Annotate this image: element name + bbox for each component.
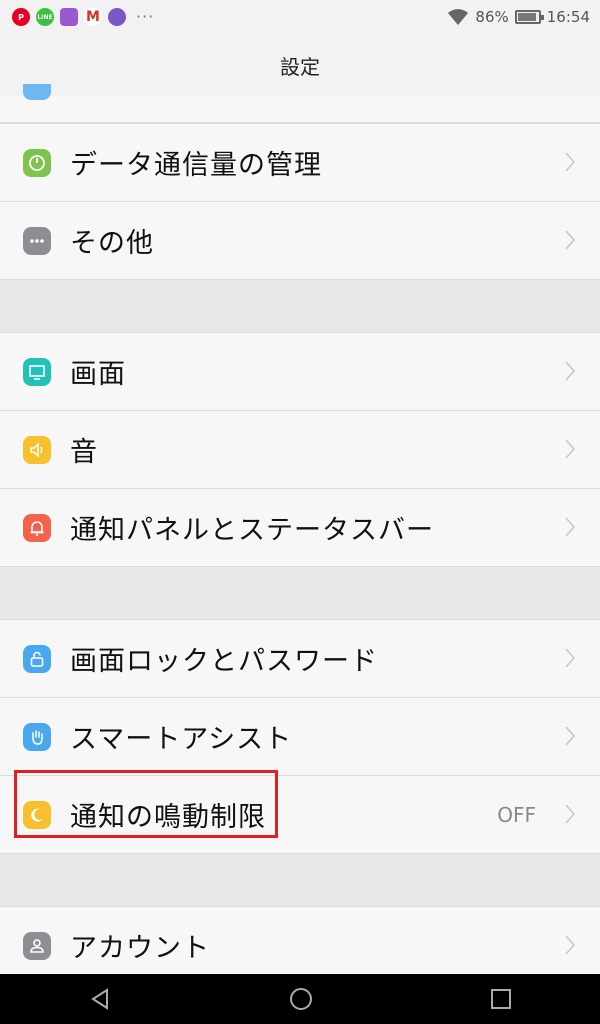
hand-icon — [23, 722, 51, 751]
more-notifications-icon: ··· — [136, 7, 155, 26]
chevron-right-icon — [565, 230, 576, 250]
chevron-right-icon — [565, 439, 576, 459]
chevron-right-icon — [565, 804, 576, 824]
row-value: OFF — [497, 802, 536, 827]
settings-row-0-0[interactable]: データ通信量の管理 — [0, 124, 600, 201]
row-label: データ通信量の管理 — [70, 150, 322, 181]
group-divider — [0, 280, 600, 332]
chevron-right-icon — [565, 152, 576, 172]
settings-row-1-1[interactable]: 音 — [0, 410, 600, 488]
wifi-icon — [448, 9, 469, 25]
notification-icons: P LINE M ··· — [12, 8, 154, 26]
home-icon[interactable] — [288, 986, 314, 1012]
scrolled-row-peek — [0, 84, 600, 123]
row-label: 画面ロックとパスワード — [70, 646, 378, 677]
gmail-icon: M — [84, 8, 102, 26]
chevron-right-icon — [565, 361, 576, 381]
row-label: 通知パネルとステータスバー — [70, 515, 434, 546]
settings-row-2-1[interactable]: スマートアシスト — [0, 697, 600, 775]
title-bar: 設定 — [0, 34, 600, 96]
settings-list: データ通信量の管理 その他 画面音通知パネルとステータスバー 画面ロックとパスワー… — [0, 84, 600, 985]
chevron-right-icon — [565, 726, 576, 746]
highlight-box — [14, 770, 278, 838]
row-label: アカウント — [70, 933, 210, 964]
battery-icon — [514, 10, 544, 24]
page-title: 設定 — [280, 54, 320, 79]
gallery-icon — [60, 8, 78, 26]
app-icon — [108, 8, 126, 26]
settings-row-1-2[interactable]: 通知パネルとステータスバー — [0, 488, 600, 566]
more-icon — [23, 226, 51, 255]
battery-percent: 86% — [475, 8, 509, 26]
settings-row-0-1[interactable]: その他 — [0, 201, 600, 279]
settings-group-1: データ通信量の管理 その他 — [0, 123, 600, 280]
account-icon — [23, 931, 51, 960]
group-divider — [0, 854, 600, 906]
chevron-right-icon — [565, 935, 576, 955]
chevron-right-icon — [565, 648, 576, 668]
notification-bell-icon — [23, 513, 51, 542]
settings-row-1-0[interactable]: 画面 — [0, 333, 600, 410]
row-label: 音 — [70, 437, 98, 468]
line-icon: LINE — [36, 8, 54, 26]
sound-icon — [23, 435, 51, 464]
chevron-right-icon — [565, 517, 576, 537]
recents-icon[interactable] — [490, 988, 512, 1010]
settings-group-2: 画面音通知パネルとステータスバー — [0, 332, 600, 567]
navigation-bar — [0, 974, 600, 1024]
row-label: 画面 — [70, 359, 126, 390]
clock: 16:54 — [546, 8, 590, 26]
data-usage-icon — [23, 148, 51, 177]
pinterest-icon: P — [12, 8, 30, 26]
settings-row-3-0[interactable]: アカウント — [0, 907, 600, 984]
back-icon[interactable] — [88, 987, 112, 1011]
display-icon — [23, 357, 51, 386]
row-label: その他 — [70, 228, 154, 259]
status-bar: P LINE M ··· 86% 16:54 — [0, 0, 600, 34]
row-label: スマートアシスト — [70, 724, 293, 755]
settings-row-2-0[interactable]: 画面ロックとパスワード — [0, 620, 600, 697]
group-divider — [0, 567, 600, 619]
lock-icon — [23, 644, 51, 673]
